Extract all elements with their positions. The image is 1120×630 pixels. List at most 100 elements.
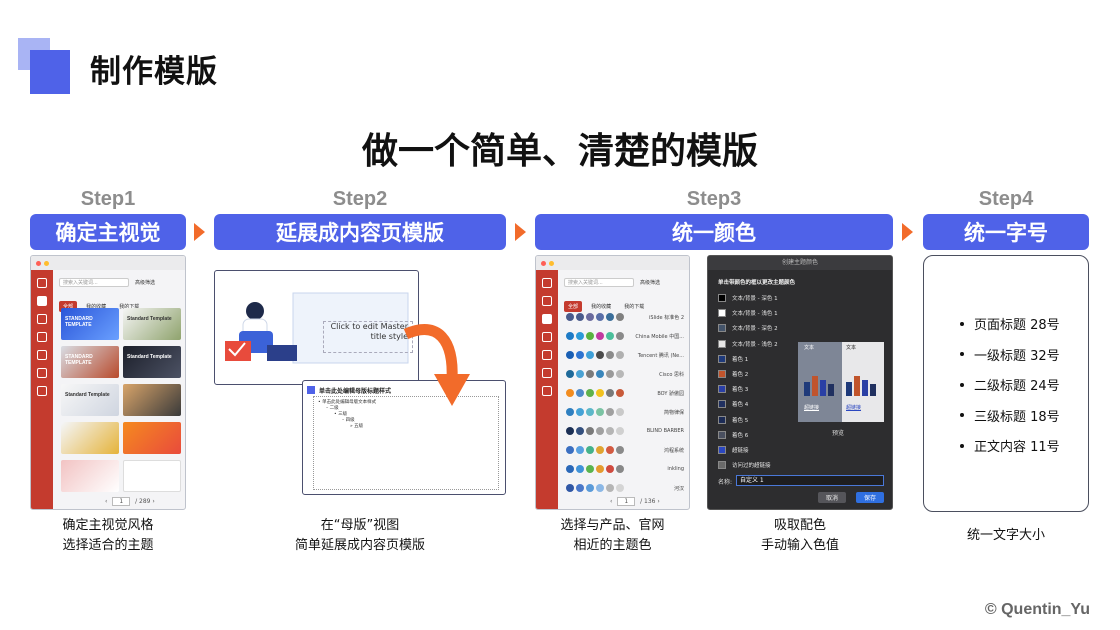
minimize-dot-icon bbox=[44, 260, 49, 266]
color-slot-row[interactable]: 着色 6 bbox=[718, 430, 748, 439]
header-title: 制作模版 bbox=[90, 54, 218, 90]
next-page-button[interactable]: › bbox=[657, 498, 659, 505]
color-swatch bbox=[606, 427, 614, 435]
step4-caption: 统一文字大小 bbox=[923, 526, 1089, 546]
color-slot-swatch[interactable] bbox=[718, 385, 726, 394]
theme-thumbnail[interactable] bbox=[61, 422, 119, 454]
color-slot-row[interactable]: 着色 3 bbox=[718, 385, 748, 394]
color-slot-swatch[interactable] bbox=[718, 354, 726, 363]
color-swatch bbox=[606, 465, 614, 473]
page-input[interactable]: 1 bbox=[112, 497, 131, 506]
prev-page-button[interactable]: ‹ bbox=[105, 498, 107, 505]
theme-name-input[interactable]: 自定义 1 bbox=[736, 475, 884, 486]
color-swatch bbox=[606, 484, 614, 492]
content-marker-icon bbox=[307, 386, 315, 394]
color-slot-swatch[interactable] bbox=[718, 446, 726, 454]
step3-caption-b: 吸取配色 手动输入色值 bbox=[707, 516, 893, 556]
color-swatch bbox=[596, 332, 604, 340]
theme-row[interactable]: 简物律保 bbox=[566, 405, 688, 419]
preview-link-light: 超链接 bbox=[846, 405, 862, 411]
color-swatch bbox=[566, 408, 574, 416]
color-slot-swatch[interactable] bbox=[718, 339, 726, 348]
theme-row[interactable]: inkling bbox=[566, 462, 688, 476]
color-slot-row[interactable]: 文本/背景 - 浅色 2 bbox=[718, 339, 778, 348]
color-slot-swatch[interactable] bbox=[718, 324, 726, 333]
color-swatch bbox=[576, 446, 584, 454]
bullet-icon bbox=[960, 443, 964, 448]
color-slot-row[interactable]: 超链接 bbox=[718, 446, 749, 454]
theme-browser-screenshot: 搜索入关键词... 高级筛选 全部 我的收藏 我的下载 STANDARD TEM… bbox=[30, 255, 186, 510]
theme-thumbnail[interactable] bbox=[61, 460, 119, 492]
theme-row[interactable]: BOY 骄傲园 bbox=[566, 386, 688, 400]
color-swatch bbox=[596, 408, 604, 416]
color-theme-browser-screenshot: 搜索入关键词... 高级筛选 全部 我的收藏 我的下载 iSlide 标准色 2… bbox=[535, 255, 690, 510]
color-swatch bbox=[576, 313, 584, 321]
main-title: 做一个简单、清楚的模版 bbox=[361, 131, 758, 172]
color-swatch bbox=[566, 484, 574, 492]
color-slot-swatch[interactable] bbox=[718, 294, 726, 302]
color-slot-swatch[interactable] bbox=[718, 461, 726, 470]
filter-button[interactable]: 高级筛选 bbox=[640, 279, 660, 286]
theme-thumbnail[interactable] bbox=[123, 460, 181, 492]
color-slot-swatch[interactable] bbox=[718, 309, 726, 318]
theme-row[interactable]: 河汉 bbox=[566, 481, 688, 495]
bullet-icon bbox=[960, 321, 964, 326]
color-slot-label: 文本/背景 - 深色 2 bbox=[732, 326, 778, 333]
prev-page-button[interactable]: ‹ bbox=[610, 498, 612, 505]
color-swatch bbox=[596, 427, 604, 435]
color-swatch bbox=[586, 427, 594, 435]
color-swatch bbox=[616, 427, 624, 435]
filter-button[interactable]: 高级筛选 bbox=[135, 279, 155, 286]
color-slot-label: 着色 5 bbox=[732, 417, 749, 424]
theme-name: 河汉 bbox=[673, 485, 684, 492]
thumbnail-label: STANDARD TEMPLATE bbox=[65, 354, 93, 366]
theme-row[interactable]: 鸿程系统 bbox=[566, 443, 688, 457]
color-slot-row[interactable]: 着色 1 bbox=[718, 354, 748, 363]
theme-thumbnail[interactable] bbox=[123, 422, 181, 454]
step-bar-3: 统一颜色 bbox=[535, 214, 893, 250]
preview-text-dark: 文本 bbox=[804, 345, 815, 351]
color-slot-row[interactable]: 着色 2 bbox=[718, 370, 748, 378]
dialog-title: 创建主题颜色 bbox=[708, 256, 892, 270]
theme-row[interactable]: Tencent 腾讯 (Ne... bbox=[566, 348, 688, 362]
theme-thumbnail[interactable]: Standard Template bbox=[61, 384, 119, 416]
theme-thumbnail[interactable]: STANDARD TEMPLATE bbox=[61, 308, 119, 340]
theme-row[interactable]: Cisco 思科 bbox=[566, 367, 688, 381]
caption-line: 选择适合的主题 bbox=[62, 538, 154, 553]
page-total: / 136 bbox=[640, 498, 656, 505]
color-slot-swatch[interactable] bbox=[718, 415, 726, 424]
next-page-button[interactable]: › bbox=[152, 498, 154, 505]
theme-thumbnail[interactable]: Standard Template bbox=[123, 346, 181, 378]
color-swatch bbox=[566, 313, 574, 321]
theme-row[interactable]: iSlide 标准色 2 bbox=[566, 310, 688, 324]
color-slot-swatch[interactable] bbox=[718, 370, 726, 378]
color-slot-row[interactable]: 文本/背景 - 深色 2 bbox=[718, 324, 778, 333]
preview-link-dark: 超链接 bbox=[804, 405, 820, 411]
color-slot-row[interactable]: 文本/背景 - 浅色 1 bbox=[718, 309, 778, 318]
theme-thumbnail[interactable]: STANDARD TEMPLATE bbox=[61, 346, 119, 378]
page-input[interactable]: 1 bbox=[617, 497, 636, 506]
color-slot-swatch[interactable] bbox=[718, 400, 726, 409]
color-slot-swatch[interactable] bbox=[718, 430, 726, 439]
theme-row[interactable]: China Mobile 中国... bbox=[566, 329, 688, 343]
color-slot-row[interactable]: 访问过的超链接 bbox=[718, 461, 771, 470]
globe-icon bbox=[542, 368, 552, 378]
diagram-icon bbox=[542, 332, 552, 342]
theme-row[interactable]: BLIND BARBER bbox=[566, 424, 688, 438]
theme-thumbnail[interactable] bbox=[123, 384, 181, 416]
search-input[interactable]: 搜索入关键词... bbox=[564, 278, 634, 287]
font-size-label: 一级标题 32号 bbox=[974, 348, 1060, 364]
color-slot-row[interactable]: 文本/背景 - 深色 1 bbox=[718, 294, 778, 302]
theme-name: China Mobile 中国... bbox=[635, 333, 684, 340]
color-slot-row[interactable]: 着色 4 bbox=[718, 400, 748, 409]
save-button[interactable]: 保存 bbox=[856, 492, 885, 503]
theme-thumbnail[interactable]: Standard Template bbox=[123, 308, 181, 340]
caption-line: 简单延展成内容页模版 bbox=[294, 538, 425, 553]
color-slot-label: 超链接 bbox=[732, 448, 749, 454]
color-slot-row[interactable]: 着色 5 bbox=[718, 415, 749, 424]
cancel-button[interactable]: 取消 bbox=[818, 492, 847, 503]
close-dot-icon bbox=[541, 260, 546, 266]
color-swatch bbox=[586, 446, 594, 454]
color-swatch bbox=[586, 389, 594, 397]
search-input[interactable]: 搜索入关键词... bbox=[59, 278, 129, 287]
